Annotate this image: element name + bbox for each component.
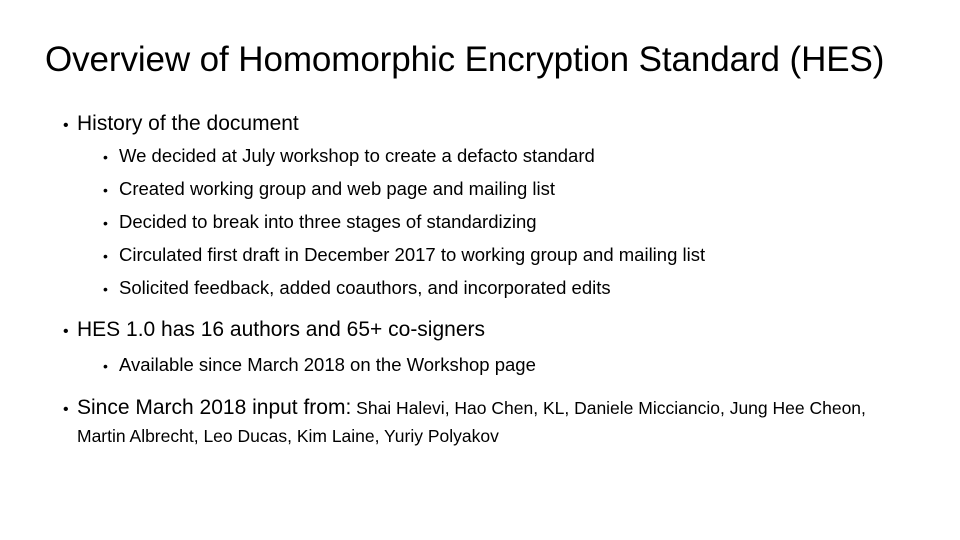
bullet-point-icon: • [63,323,69,340]
bullet-level2-label: Circulated first draft in December 2017 … [119,244,706,265]
contributors-text: Since March 2018 input from: Shai Halevi… [77,394,907,450]
bullet-level2-item: • Created working group and web page and… [0,173,960,206]
bullet-point-icon: • [103,248,108,264]
bullet-level1-label: HES 1.0 has 16 authors and 65+ co-signer… [77,318,486,341]
bullet-level2-label: Available since March 2018 on the Worksh… [119,354,536,375]
bullet-point-icon: • [103,215,108,231]
bullet-level2-item: • We decided at July workshop to create … [0,140,960,173]
bullet-level2-item: • Available since March 2018 on the Work… [0,349,960,382]
bullet-point-icon: • [63,117,69,134]
slide-body: • History of the document • We decided a… [0,110,960,450]
bullet-point-icon: • [103,281,108,297]
bullet-level1-contributors: • Since March 2018 input from: Shai Hale… [0,394,960,450]
bullet-level2-label: Created working group and web page and m… [119,178,556,199]
contributors-lead-label: Since March 2018 input from: [77,396,352,419]
bullet-level1-hes-authors: • HES 1.0 has 16 authors and 65+ co-sign… [0,316,960,346]
bullet-point-icon: • [103,182,108,198]
bullet-level2-item: • Solicited feedback, added coauthors, a… [0,272,960,305]
page-title: Overview of Homomorphic Encryption Stand… [45,40,885,79]
bullet-level2-label: Decided to break into three stages of st… [119,211,537,232]
bullet-level2-label: Solicited feedback, added coauthors, and… [119,277,611,298]
bullet-point-icon: • [103,358,108,374]
slide: Overview of Homomorphic Encryption Stand… [0,0,960,540]
bullet-point-icon: • [63,401,69,418]
bullet-level1-label: History of the document [77,112,299,135]
bullet-level2-label: We decided at July workshop to create a … [119,145,595,166]
bullet-level1-history: • History of the document [0,110,960,140]
bullet-level2-item: • Decided to break into three stages of … [0,206,960,239]
bullet-point-icon: • [103,149,108,165]
bullet-level2-item: • Circulated first draft in December 201… [0,239,960,272]
